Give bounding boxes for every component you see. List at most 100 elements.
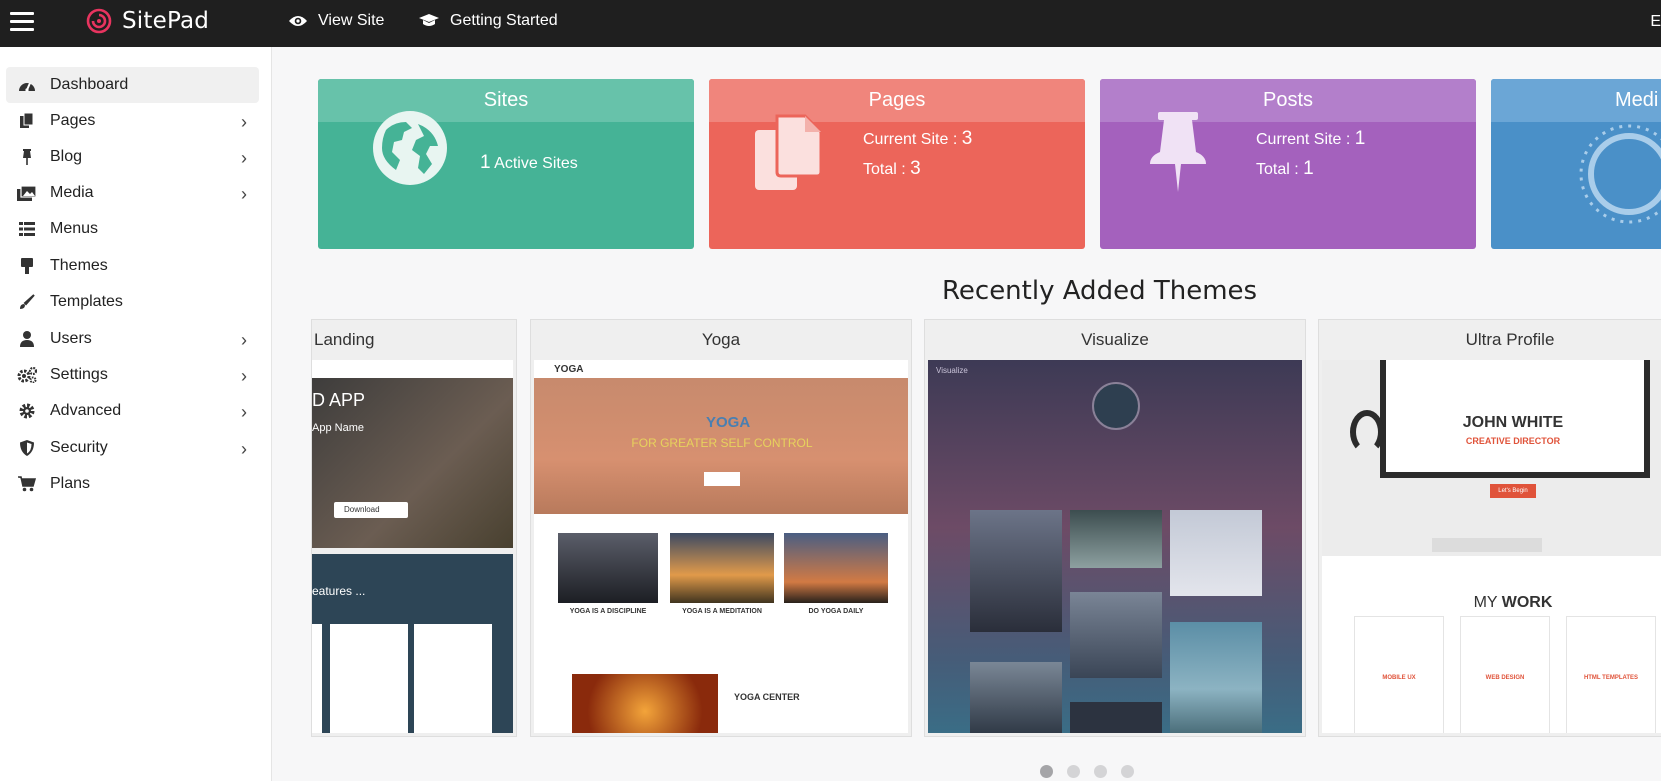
carousel-dot-2[interactable] xyxy=(1067,765,1080,778)
theme-name: Yoga xyxy=(701,330,741,349)
carousel-pagination xyxy=(1040,765,1134,778)
themes-icon xyxy=(16,258,38,274)
app-name: SitePad xyxy=(122,8,210,34)
sidebar-item-label: Media xyxy=(50,184,94,201)
sidebar-item-label: Settings xyxy=(50,366,108,383)
sidebar-item-label: Security xyxy=(50,439,108,456)
user-icon xyxy=(16,331,38,347)
theme-card-ultra-profile[interactable]: Ultra Profile JOHN WHITE CREATIVE DIRECT… xyxy=(1318,319,1661,737)
sites-card[interactable]: Sites 1 Active Sites xyxy=(318,79,694,249)
yoga-hero-title: YOGA xyxy=(706,414,751,431)
ultra-lets-begin-button: Let's Begin xyxy=(1490,484,1536,498)
dashboard-icon xyxy=(16,78,38,92)
recently-added-themes-title: Recently Added Themes xyxy=(942,276,1258,306)
posts-current-label: Current Site : xyxy=(1256,131,1351,148)
yoga-logo: YOGA xyxy=(554,364,584,375)
sidebar: Dashboard Pages › Blog › Media › Menus T… xyxy=(0,47,272,781)
sidebar-item-label: Menus xyxy=(50,220,99,237)
pages-card[interactable]: Pages Current Site : 3 Total : 3 xyxy=(709,79,1085,249)
sidebar-item-settings[interactable]: Settings › xyxy=(6,357,259,393)
ultra-service-1: MOBILE UX xyxy=(1382,675,1416,681)
gear-icon xyxy=(16,403,38,419)
posts-card[interactable]: Posts Current Site : 1 Total : 1 xyxy=(1100,79,1476,249)
theme-card-yoga[interactable]: Yoga YOGA YOGA FOR GREATER SELF CONTROL … xyxy=(530,319,912,737)
yoga-tagline: FOR GREATER SELF CONTROL xyxy=(631,436,813,450)
pages-current-label: Current Site : xyxy=(863,131,958,148)
posts-total-value: 1 xyxy=(1303,158,1314,179)
theme-card-landing[interactable]: Landing D APP App Name Download eatures … xyxy=(311,319,517,737)
cart-icon xyxy=(16,476,38,492)
chevron-right-icon: › xyxy=(241,402,247,422)
media-card[interactable]: Medi xyxy=(1491,79,1661,249)
menus-icon xyxy=(16,222,38,236)
yoga-card-3-title: DO YOGA DAILY xyxy=(808,608,864,615)
active-sites-text: 1 Active Sites xyxy=(480,152,578,174)
chevron-right-icon: › xyxy=(241,148,247,168)
carousel-dot-1[interactable] xyxy=(1040,765,1053,778)
carousel-dot-3[interactable] xyxy=(1094,765,1107,778)
sidebar-item-security[interactable]: Security › xyxy=(6,430,259,466)
sidebar-item-menus[interactable]: Menus xyxy=(6,211,259,247)
theme-preview-visualize: Visualize xyxy=(928,360,1302,733)
sidebar-item-advanced[interactable]: Advanced › xyxy=(6,393,259,429)
user-menu[interactable]: E xyxy=(1650,13,1661,31)
pages-total: Total : 3 xyxy=(863,158,921,180)
landing-app-name: App Name xyxy=(312,422,364,434)
pages-total-label: Total : xyxy=(863,161,906,178)
landing-features-title: eatures ... xyxy=(312,584,366,598)
getting-started-link[interactable]: Getting Started xyxy=(418,12,558,30)
sidebar-item-label: Users xyxy=(50,330,92,347)
view-site-label: View Site xyxy=(318,12,385,29)
sidebar-item-media[interactable]: Media › xyxy=(6,175,259,211)
pin-icon xyxy=(16,149,38,165)
sidebar-item-themes[interactable]: Themes xyxy=(6,248,259,284)
shield-icon xyxy=(16,440,38,456)
posts-current-site: Current Site : 1 xyxy=(1256,128,1365,150)
sidebar-item-templates[interactable]: Templates xyxy=(6,284,259,320)
carousel-dot-4[interactable] xyxy=(1121,765,1134,778)
theme-name: Visualize xyxy=(1081,330,1149,349)
sidebar-item-label: Pages xyxy=(50,112,96,129)
yoga-center-title: YOGA CENTER xyxy=(734,692,800,702)
sidebar-item-plans[interactable]: Plans xyxy=(6,466,259,502)
sidebar-item-label: Dashboard xyxy=(50,76,129,93)
ultra-service-3: HTML TEMPLATES xyxy=(1583,675,1639,681)
settings-icon xyxy=(16,367,38,383)
sidebar-item-blog[interactable]: Blog › xyxy=(6,139,259,175)
media-loading-icon xyxy=(1579,124,1661,224)
landing-download-button: Download xyxy=(334,502,408,518)
sidebar-item-label: Themes xyxy=(50,257,108,274)
chevron-right-icon: › xyxy=(241,112,247,132)
theme-card-visualize[interactable]: Visualize Visualize xyxy=(924,319,1306,737)
view-site-link[interactable]: View Site xyxy=(288,12,384,30)
theme-preview-landing: D APP App Name Download eatures ... xyxy=(312,360,513,733)
sidebar-item-users[interactable]: Users › xyxy=(6,321,259,357)
getting-started-label: Getting Started xyxy=(450,12,558,29)
pages-total-value: 3 xyxy=(910,158,921,179)
pages-icon xyxy=(16,113,38,129)
theme-name: Landing xyxy=(314,330,375,349)
pushpin-icon xyxy=(1150,112,1206,192)
chevron-right-icon: › xyxy=(241,439,247,459)
theme-preview-yoga: YOGA YOGA FOR GREATER SELF CONTROL YOGA … xyxy=(534,360,908,733)
theme-name: Ultra Profile xyxy=(1465,330,1555,349)
media-card-title: Medi xyxy=(1491,79,1661,122)
pages-current-value: 3 xyxy=(961,128,973,149)
pages-current-site: Current Site : 3 xyxy=(863,128,972,150)
sidebar-item-dashboard[interactable]: Dashboard xyxy=(6,67,259,103)
sitepad-logo-icon xyxy=(86,8,112,34)
hamburger-menu-icon[interactable] xyxy=(10,12,34,32)
active-sites-count: 1 xyxy=(480,152,491,173)
globe-icon xyxy=(373,111,447,185)
sitepad-logo[interactable]: SitePad xyxy=(86,8,209,34)
posts-total-label: Total : xyxy=(1256,161,1299,178)
ultra-name: JOHN WHITE xyxy=(1462,414,1564,431)
top-bar: SitePad View Site Getting Started E xyxy=(0,0,1661,47)
posts-total: Total : 1 xyxy=(1256,158,1314,180)
ultra-work-suffix: WORK xyxy=(1501,594,1553,611)
eye-icon xyxy=(289,16,307,26)
ultra-role: CREATIVE DIRECTOR xyxy=(1465,436,1561,446)
sidebar-item-pages[interactable]: Pages › xyxy=(6,103,259,139)
brush-icon xyxy=(16,294,38,310)
chevron-right-icon: › xyxy=(241,330,247,350)
